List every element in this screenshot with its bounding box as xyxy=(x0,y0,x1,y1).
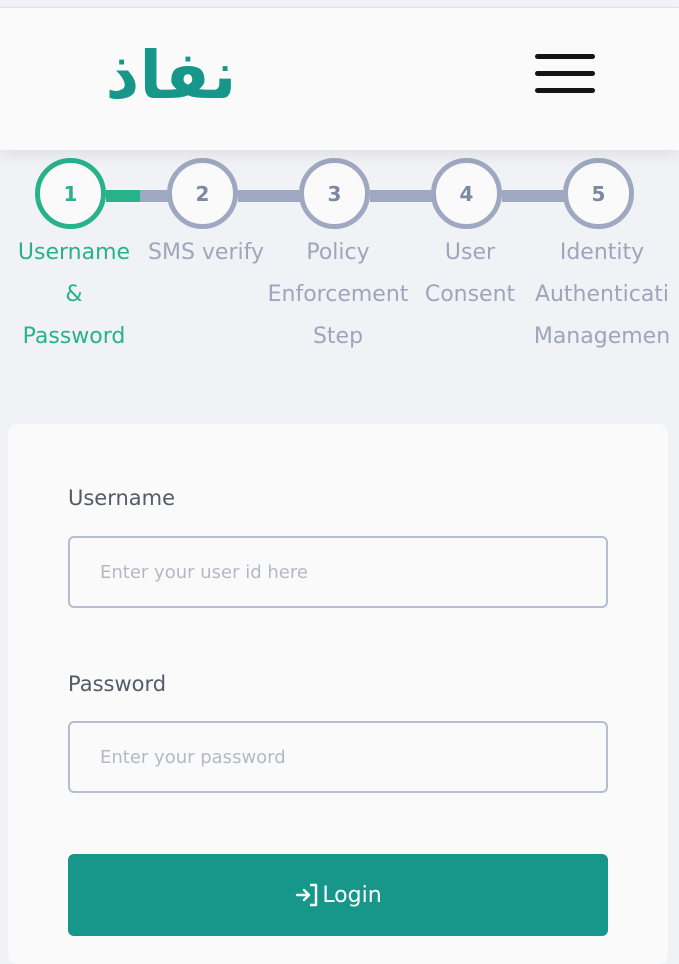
step-connector xyxy=(140,190,170,202)
login-button[interactable]: Login xyxy=(68,854,608,936)
login-button-label: Login xyxy=(322,882,382,908)
step-connector xyxy=(238,190,302,202)
app-header: نفاذ xyxy=(0,7,679,150)
step-number: 4 xyxy=(431,158,502,229)
login-card: Username Password Login xyxy=(8,424,668,964)
username-label: Username xyxy=(68,486,176,510)
step-label: Username & Password xyxy=(17,240,131,349)
step-label: Policy Enforcement Step xyxy=(267,240,409,349)
step-connector xyxy=(106,190,140,202)
step-number: 1 xyxy=(35,158,106,229)
hamburger-menu-icon[interactable] xyxy=(532,52,598,100)
svg-text:نفاذ: نفاذ xyxy=(106,37,237,108)
step-number: 5 xyxy=(563,158,634,229)
password-input[interactable] xyxy=(68,721,608,793)
username-input[interactable] xyxy=(68,536,608,608)
step-label: Identity Authenticati Managemen xyxy=(533,240,671,349)
step-label: SMS verify xyxy=(148,240,264,265)
step-connector xyxy=(370,190,434,202)
nafath-logo: نفاذ xyxy=(106,37,237,108)
password-label: Password xyxy=(68,672,167,696)
step-connector xyxy=(502,190,566,202)
step-number: 2 xyxy=(167,158,238,229)
step-number: 3 xyxy=(299,158,370,229)
login-arrow-icon xyxy=(296,883,318,907)
step-label: User Consent xyxy=(424,240,516,307)
progress-stepper: 1 Username & Password 2 SMS verify 3 Pol… xyxy=(0,150,679,390)
